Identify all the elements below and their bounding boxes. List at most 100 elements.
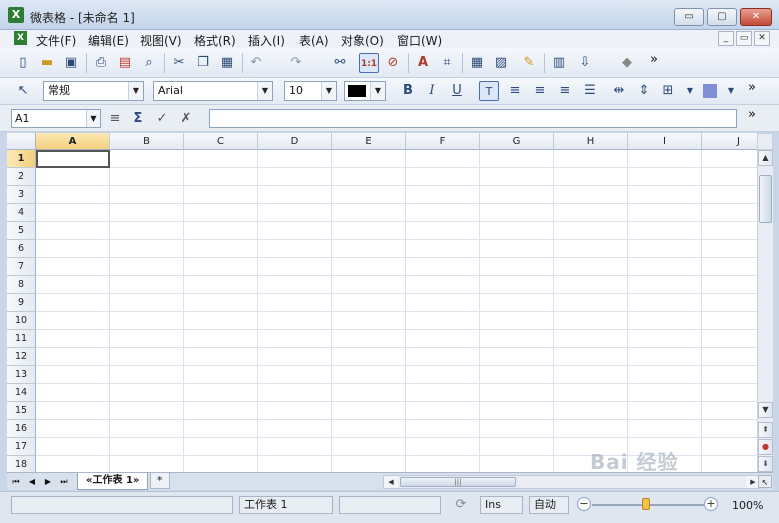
vertical-scroll-thumb[interactable] bbox=[759, 175, 772, 223]
auto-calc[interactable]: 自动 bbox=[529, 496, 569, 514]
row-header-13[interactable]: 13 bbox=[7, 366, 36, 384]
formula-input[interactable] bbox=[209, 109, 737, 128]
vertical-align-icon[interactable]: ⇕ bbox=[634, 81, 654, 101]
chevron-down-icon[interactable]: ▼ bbox=[128, 82, 143, 100]
last-sheet-icon[interactable]: ⏭ bbox=[57, 475, 71, 488]
cut-icon[interactable]: ✂ bbox=[169, 53, 189, 73]
table-icon[interactable]: ▦ bbox=[467, 53, 487, 73]
row-header-11[interactable]: 11 bbox=[7, 330, 36, 348]
row-header-6[interactable]: 6 bbox=[7, 240, 36, 258]
browse-object-icon[interactable]: ● bbox=[758, 439, 773, 455]
save-icon[interactable]: ▣ bbox=[61, 53, 81, 73]
accept-icon[interactable]: ✓ bbox=[153, 110, 171, 127]
zoom-100-icon[interactable]: 1:1 bbox=[359, 53, 379, 73]
column-header-e[interactable]: E bbox=[332, 133, 406, 150]
toolbar-overflow-icon[interactable]: » bbox=[644, 50, 664, 70]
sheet-tab-1[interactable]: «工作表 1» bbox=[77, 473, 149, 490]
merge-cells-icon[interactable]: ⇹ bbox=[609, 81, 629, 101]
fill-icon[interactable]: ▨ bbox=[491, 53, 511, 73]
row-header-10[interactable]: 10 bbox=[7, 312, 36, 330]
chevron-down-icon[interactable]: ▼ bbox=[680, 81, 700, 101]
row-header-3[interactable]: 3 bbox=[7, 186, 36, 204]
zoom-out-button[interactable]: − bbox=[577, 497, 591, 511]
zoom-icon[interactable]: ⊘ bbox=[383, 53, 403, 73]
doc-close-button[interactable]: ✕ bbox=[754, 31, 770, 46]
row-header-7[interactable]: 7 bbox=[7, 258, 36, 276]
add-sheet-tab[interactable]: * bbox=[150, 473, 170, 489]
column-header-j[interactable]: J bbox=[702, 133, 757, 150]
text-icon[interactable]: A bbox=[413, 53, 433, 73]
sort-icon[interactable]: ⇩ bbox=[575, 53, 595, 73]
font-size-select[interactable]: 10 ▼ bbox=[284, 81, 337, 101]
active-cell-a1[interactable] bbox=[36, 150, 110, 168]
open-icon[interactable]: ▬ bbox=[37, 53, 57, 73]
menu-window[interactable]: 窗口(W) bbox=[397, 32, 442, 49]
chevron-down-icon[interactable]: ▼ bbox=[321, 82, 336, 100]
undo-icon[interactable]: ↶ bbox=[246, 53, 266, 73]
scroll-up-icon[interactable]: ▲ bbox=[758, 150, 773, 166]
close-button[interactable]: ✕ bbox=[740, 8, 772, 26]
row-header-2[interactable]: 2 bbox=[7, 168, 36, 186]
menu-insert[interactable]: 插入(I) bbox=[248, 32, 285, 49]
style-select[interactable]: 常规 ▼ bbox=[43, 81, 144, 101]
scroll-left-icon[interactable]: ◀ bbox=[384, 476, 398, 488]
row-header-14[interactable]: 14 bbox=[7, 384, 36, 402]
chart-icon[interactable]: ▥ bbox=[549, 53, 569, 73]
row-header-5[interactable]: 5 bbox=[7, 222, 36, 240]
name-box[interactable]: A1 ▼ bbox=[11, 109, 101, 128]
copy-icon[interactable]: ❐ bbox=[193, 53, 213, 73]
redo-icon[interactable]: ↷ bbox=[286, 53, 306, 73]
pdf-icon[interactable]: ▤ bbox=[115, 53, 135, 73]
column-header-d[interactable]: D bbox=[258, 133, 332, 150]
paste-icon[interactable]: ▦ bbox=[217, 53, 237, 73]
column-header-c[interactable]: C bbox=[184, 133, 258, 150]
row-header-12[interactable]: 12 bbox=[7, 348, 36, 366]
corner-resize-icon[interactable]: ↖ bbox=[758, 475, 772, 488]
font-select[interactable]: Arial ▼ bbox=[153, 81, 273, 101]
menu-object[interactable]: 对象(O) bbox=[341, 32, 384, 49]
zoom-slider-thumb[interactable] bbox=[642, 498, 650, 510]
menu-format[interactable]: 格式(R) bbox=[194, 32, 236, 49]
toolbar-overflow-icon[interactable]: » bbox=[742, 78, 762, 98]
column-header-i[interactable]: I bbox=[628, 133, 702, 150]
refresh-icon[interactable]: ⟳ bbox=[451, 495, 471, 515]
minimize-button[interactable]: ▭ bbox=[674, 8, 704, 26]
chevron-down-icon[interactable]: ▼ bbox=[257, 82, 272, 100]
equals-icon[interactable]: ≡ bbox=[106, 110, 124, 127]
paintbrush-icon[interactable]: ✎ bbox=[519, 53, 539, 73]
row-header-8[interactable]: 8 bbox=[7, 276, 36, 294]
justify-icon[interactable]: ☰ bbox=[580, 81, 600, 101]
insert-mode[interactable]: Ins bbox=[480, 496, 523, 514]
crop-icon[interactable]: ⌗ bbox=[437, 53, 457, 73]
doc-minimize-button[interactable]: _ bbox=[718, 31, 734, 46]
menu-edit[interactable]: 编辑(E) bbox=[88, 32, 129, 49]
formula-overflow-icon[interactable]: » bbox=[742, 105, 762, 125]
prev-page-icon[interactable]: ⇞ bbox=[758, 422, 773, 438]
column-header-a[interactable]: A bbox=[36, 133, 110, 150]
row-header-16[interactable]: 16 bbox=[7, 420, 36, 438]
menu-file[interactable]: 文件(F) bbox=[36, 32, 76, 49]
column-header-h[interactable]: H bbox=[554, 133, 628, 150]
chevron-down-icon[interactable]: ▼ bbox=[370, 82, 385, 100]
prev-sheet-icon[interactable]: ◀ bbox=[25, 475, 39, 488]
row-header-4[interactable]: 4 bbox=[7, 204, 36, 222]
align-right-icon[interactable]: ≡ bbox=[555, 81, 575, 101]
underline-button[interactable]: U bbox=[447, 81, 467, 101]
horizontal-scrollbar[interactable]: ◀ ||| ▶ bbox=[383, 475, 761, 489]
split-handle-icon[interactable] bbox=[757, 133, 773, 150]
chevron-down-icon[interactable]: ▼ bbox=[721, 81, 741, 101]
fill-color-icon[interactable] bbox=[700, 81, 720, 101]
restore-button[interactable]: ▢ bbox=[707, 8, 737, 26]
scroll-down-icon[interactable]: ▼ bbox=[758, 402, 773, 418]
column-header-g[interactable]: G bbox=[480, 133, 554, 150]
print-preview-icon[interactable]: ⌕ bbox=[139, 53, 159, 73]
next-sheet-icon[interactable]: ▶ bbox=[41, 475, 55, 488]
row-header-18[interactable]: 18 bbox=[7, 456, 36, 472]
row-header-9[interactable]: 9 bbox=[7, 294, 36, 312]
horizontal-scroll-thumb[interactable]: ||| bbox=[400, 477, 516, 487]
next-page-icon[interactable]: ⇟ bbox=[758, 456, 773, 472]
row-header-15[interactable]: 15 bbox=[7, 402, 36, 420]
new-icon[interactable]: ▯ bbox=[13, 53, 33, 73]
column-header-b[interactable]: B bbox=[110, 133, 184, 150]
zoom-in-button[interactable]: + bbox=[704, 497, 718, 511]
